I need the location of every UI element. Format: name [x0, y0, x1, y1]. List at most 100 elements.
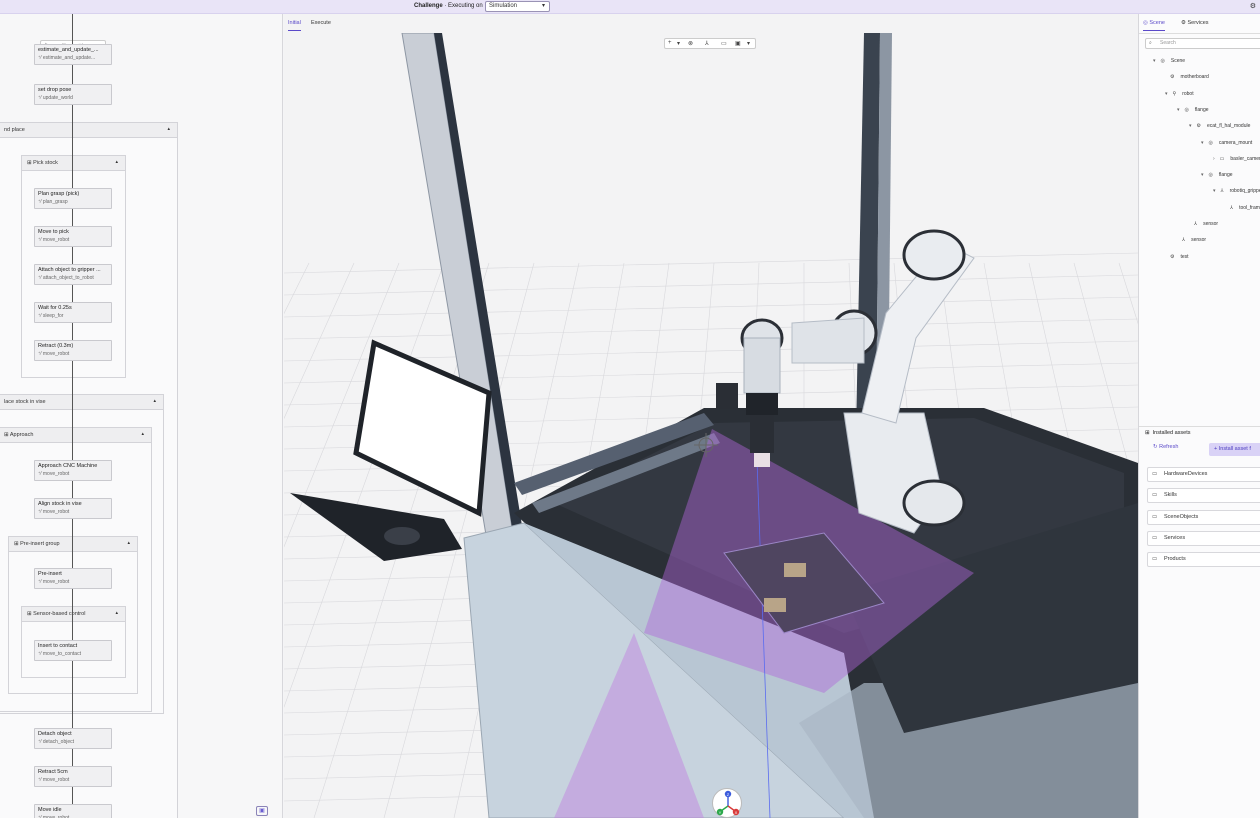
tree-caret-icon[interactable]: ▾ — [1201, 172, 1204, 178]
flow-node-title: estimate_and_update_... — [38, 47, 99, 53]
tree-item-label: basler_camera — [1230, 155, 1260, 162]
flow-node-skill: ⁺⁄ attach_object_to_robot — [38, 275, 94, 281]
flow-node[interactable]: set drop pose ⁺⁄ update_world — [34, 84, 112, 105]
asset-folder[interactable]: ▭ Skills — [1147, 488, 1260, 504]
flow-node-title: Retract 5cm — [38, 769, 68, 775]
tree-item[interactable]: ▾ ⅄ robotiq_gripper — [1213, 188, 1260, 194]
gear-icon[interactable]: ⚙ — [1250, 2, 1256, 10]
flow-node[interactable]: Insert to contact ⁺⁄ move_to_contact — [34, 640, 112, 661]
tree-caret-icon[interactable]: › — [1213, 156, 1215, 162]
tree-item-label: test — [1180, 253, 1189, 260]
group-title: Pre-insert group — [20, 541, 60, 547]
tab-initial[interactable]: Initial — [288, 20, 301, 31]
tree-item[interactable]: ▾ ⚙ ecat_fl_hal_module — [1189, 123, 1250, 129]
camera-mount — [716, 383, 738, 409]
tree-item[interactable]: ▾ ◎ flange — [1201, 172, 1233, 178]
flow-node[interactable]: Retract 5cm ⁺⁄ move_robot — [34, 766, 112, 787]
process-flow-panel: ▷ □ ⏭ ◎ nd place▴ ⊞ Pick stock▴ lace sto… — [0, 14, 283, 818]
folder-icon: ▭ — [1152, 492, 1158, 499]
assets-icon: ⊞ — [1145, 430, 1150, 436]
flow-node[interactable]: Detach object ⁺⁄ detach_object — [34, 728, 112, 749]
chevron-up-icon[interactable]: ▴ — [127, 540, 130, 546]
ruler-icon[interactable]: ▭ — [721, 40, 727, 47]
tree-node-icon: ◎ — [1208, 172, 1213, 179]
chevron-up-icon[interactable]: ▴ — [141, 431, 144, 437]
axis-gizmo-icon: Z Y X — [716, 790, 740, 816]
tree-caret-icon[interactable]: ▾ — [1177, 107, 1180, 113]
chevron-up-icon[interactable]: ▴ — [115, 610, 118, 616]
chevron-down-icon[interactable]: ▾ — [677, 40, 680, 47]
tab-execute[interactable]: Execute — [311, 20, 331, 26]
camera-icon[interactable]: ▣ — [735, 40, 741, 47]
asset-folder[interactable]: ▭ HardwareDevices — [1147, 467, 1260, 482]
flow-node-skill: ⁺⁄ move_robot — [38, 471, 70, 477]
asset-folder[interactable]: ▭ Services — [1147, 530, 1260, 546]
flow-node[interactable]: Align stock in vise ⁺⁄ move_robot — [34, 498, 112, 519]
tree-item-label: ecat_fl_hal_module — [1207, 123, 1251, 130]
tree-caret-icon[interactable]: ▾ — [1189, 123, 1192, 129]
tree-caret-icon[interactable]: ▾ — [1153, 58, 1156, 64]
flow-node-title: Insert to contact — [38, 643, 78, 649]
tree-item[interactable]: › ▭ basler_camera — [1213, 156, 1260, 162]
flow-node-skill: ⁺⁄ update_world — [38, 95, 73, 101]
tree-item[interactable]: ⅄ sensor — [1177, 237, 1206, 243]
tree-node-icon: ◎ — [1184, 106, 1189, 113]
flow-node[interactable]: Pre-insert ⁺⁄ move_robot — [34, 568, 112, 589]
asset-folder[interactable]: ▭ SceneObjects — [1147, 509, 1260, 525]
tree-item[interactable]: ▾ ◎ flange — [1177, 107, 1209, 113]
chevron-up-icon[interactable]: ▴ — [167, 126, 170, 132]
tree-item[interactable]: ⚙ test — [1165, 254, 1189, 260]
flow-node[interactable]: Plan grasp (pick) ⁺⁄ plan_grasp — [34, 188, 112, 209]
folder-icon: ▭ — [1152, 556, 1158, 563]
axis-gizmo[interactable]: Z Y X — [712, 788, 742, 818]
installed-assets-header: ⊞ Installed assets — [1139, 426, 1260, 438]
top-bar: Challenge · Executing on Simulation ▾ ⚙ — [0, 0, 1260, 14]
3d-viewport[interactable]: Initial Execute + ▾ ⊗ ⅄ ▭ ▣ ▾ Z Y X — [284, 14, 1138, 818]
motherboard-cpu-2 — [764, 598, 786, 612]
flow-node[interactable]: estimate_and_update_... ⁺⁄ estimate_and_u… — [34, 44, 112, 65]
axis-y-label: Y — [719, 810, 722, 815]
refresh-button[interactable]: ↻ Refresh — [1153, 444, 1178, 450]
flow-node[interactable]: Attach object to gripper ... ⁺⁄ attach_ob… — [34, 264, 112, 285]
install-asset-button[interactable]: + Install asset f — [1209, 443, 1260, 456]
grid-line — [284, 252, 1138, 274]
tree-item[interactable]: ▾ ◎ Scene — [1153, 58, 1185, 64]
flow-node-skill: ⁺⁄ move_to_contact — [38, 651, 81, 657]
chevron-down-icon[interactable]: ▾ — [747, 40, 750, 47]
minimap-icon[interactable]: ▣ — [256, 806, 268, 816]
add-icon[interactable]: + — [668, 40, 672, 46]
flow-node[interactable]: Move idle ⁺⁄ move_robot — [34, 804, 112, 818]
tree-item[interactable]: ⅄ sensor — [1189, 221, 1218, 227]
tree-item-label: camera_mount — [1218, 139, 1253, 146]
tree-caret-icon[interactable]: ▾ — [1201, 140, 1204, 146]
scene-render[interactable] — [284, 33, 1138, 818]
executor-select[interactable]: Simulation ▾ — [485, 1, 550, 12]
chevron-up-icon[interactable]: ▴ — [115, 159, 118, 165]
mouse — [384, 527, 420, 545]
flow-node[interactable]: Wait for 0.25s ⁺⁄ sleep_for — [34, 302, 112, 323]
tree-item[interactable]: ▾ ◎ camera_mount — [1201, 140, 1252, 146]
tree-caret-icon[interactable]: ▾ — [1165, 91, 1168, 97]
viewport-tabs: Initial Execute — [284, 14, 1138, 32]
flow-node[interactable]: Approach CNC Machine ⁺⁄ move_robot — [34, 460, 112, 481]
tree-item[interactable]: ▾ ⚲ robot — [1165, 91, 1194, 97]
services-icon: ⚙ — [1181, 20, 1186, 26]
flow-node[interactable]: Move to pick ⁺⁄ move_robot — [34, 226, 112, 247]
tab-services[interactable]: ⚙ Services — [1181, 20, 1209, 26]
asset-folder[interactable]: ▭ Products — [1147, 552, 1260, 568]
group-title: lace stock in vise — [4, 399, 46, 405]
tab-scene[interactable]: ◎ Scene — [1143, 20, 1165, 31]
folder-label: SceneObjects — [1164, 513, 1199, 520]
search-input[interactable]: ⌕ Search — [1145, 38, 1260, 49]
chevron-up-icon[interactable]: ▴ — [153, 398, 156, 404]
flow-node-skill: ⁺⁄ plan_grasp — [38, 199, 68, 205]
tree-item-label: sensor — [1203, 221, 1219, 227]
tree-item[interactable]: ⅄ tool_frame — [1225, 205, 1260, 211]
tree-node-icon: ⅄ — [1220, 188, 1224, 195]
tree-item[interactable]: ⚙ motherboard — [1165, 74, 1209, 80]
tree-item-label: motherboard — [1180, 74, 1209, 81]
flow-node[interactable]: Retract (0.3m) ⁺⁄ move_robot — [34, 340, 112, 361]
frame-icon[interactable]: ⅄ — [705, 40, 709, 47]
visibility-icon[interactable]: ⊗ — [688, 40, 693, 47]
tree-caret-icon[interactable]: ▾ — [1213, 188, 1216, 194]
